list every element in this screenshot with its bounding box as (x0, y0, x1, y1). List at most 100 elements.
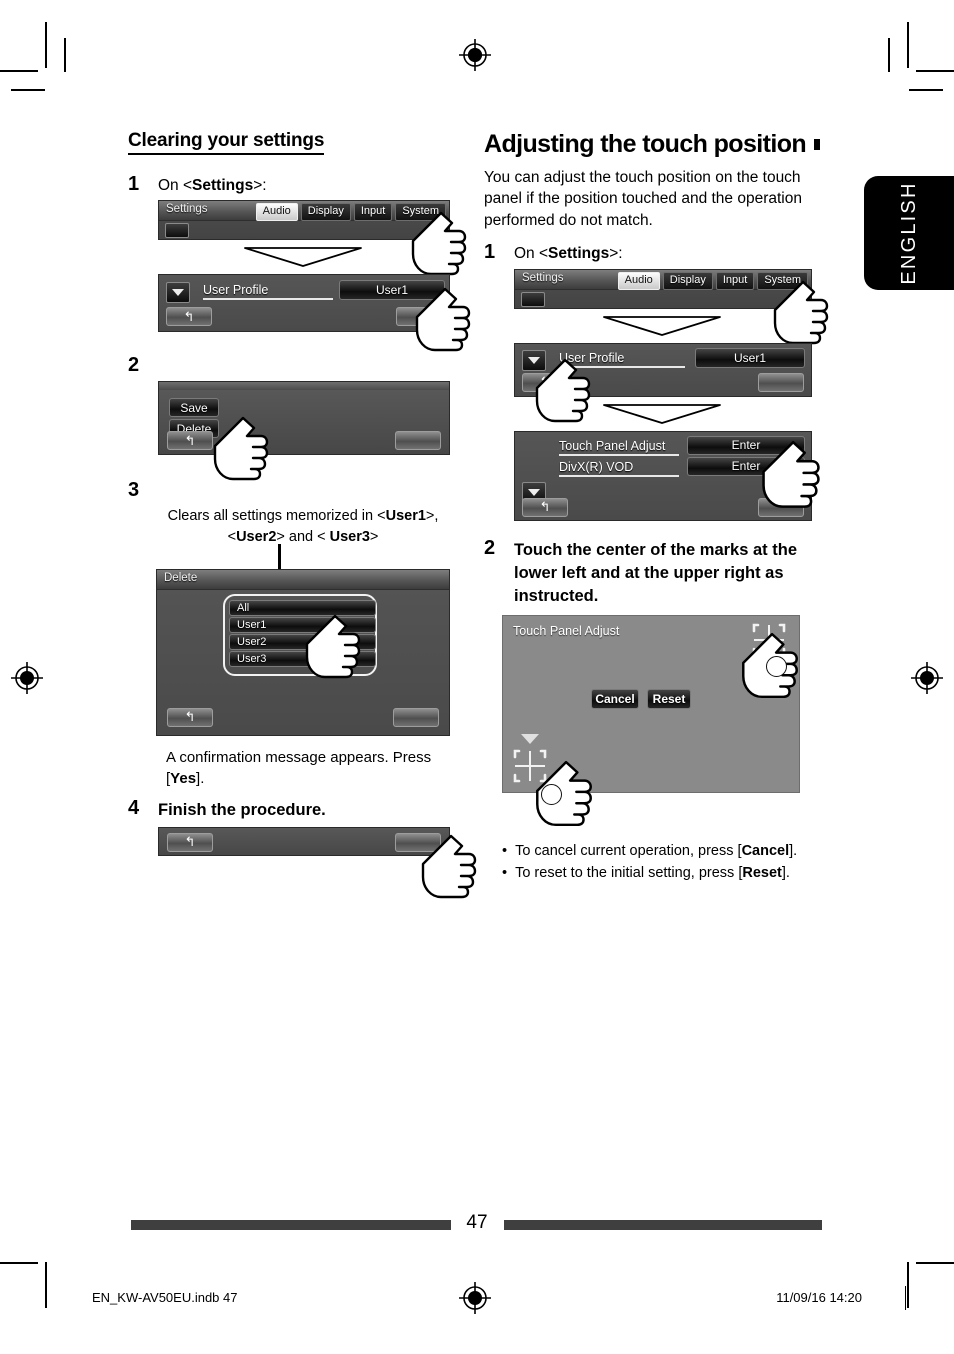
right-settings-body (521, 291, 545, 307)
back-button[interactable]: ↰ (522, 372, 568, 392)
delete-option-user3[interactable]: User3 (229, 650, 376, 667)
left-delete-titlebar: Delete (157, 569, 449, 590)
print-footer-divider (905, 1286, 906, 1310)
tab-display[interactable]: Display (300, 203, 351, 222)
left-settings-tabs: Audio Display Input System (255, 203, 446, 222)
right-screen-touch-panel-adjust: Touch Panel Adjust Cancel Reset 2 1 (502, 614, 800, 826)
right-notes-list: • To cancel current operation, press [Ca… (502, 841, 820, 885)
left-step-1-text: On <Settings>: (158, 173, 267, 196)
crosshair-mark-lower-left[interactable] (512, 748, 548, 784)
left-step-1-suffix: >: (253, 177, 267, 194)
right-step-1-suffix: >: (609, 245, 623, 263)
section-heading-clearing-settings: Clearing your settings (128, 130, 324, 155)
language-tab: ENGLISH (864, 176, 954, 290)
note-reset-prefix: To reset to the initial setting, press [ (515, 864, 743, 881)
left-callout-l2-bold2: User3 (329, 528, 370, 545)
flow-arrow-icon (603, 315, 721, 336)
divx-vod-enter-button[interactable]: Enter (687, 456, 805, 476)
chevron-down-icon (528, 488, 540, 496)
left-callout-l2-mid: > and < (276, 528, 330, 545)
back-button[interactable]: ↰ (166, 307, 212, 327)
left-callout-l1-prefix: Clears all settings memorized in < (167, 508, 386, 525)
note-reset-text: To reset to the initial setting, press [… (515, 863, 790, 885)
left-callout-l2-bold1: User2 (236, 528, 277, 545)
left-screen-delete: Delete All User1 User2 User3 ↰ (156, 568, 450, 736)
callout-marker-1: 1 (541, 783, 562, 805)
left-callout-text: Clears all settings memorized in <User1>… (158, 506, 448, 607)
page-title-text: Adjusting the touch position (484, 130, 807, 158)
note-reset-bold: Reset (742, 864, 782, 881)
crop-mark-tr-v (907, 22, 909, 68)
save-button[interactable]: Save (169, 398, 219, 418)
delete-option-user2[interactable]: User2 (229, 633, 376, 650)
back-button[interactable]: ↰ (167, 832, 213, 852)
right-step-1-prefix: On < (514, 245, 549, 263)
language-tab-label: ENGLISH (897, 181, 920, 285)
crop-mark-bl-h (0, 1262, 38, 1264)
exit-button[interactable] (758, 497, 804, 517)
left-step-1-prefix: On < (158, 177, 193, 194)
crop-mark-tl2-h (11, 89, 45, 91)
cancel-button[interactable]: Cancel (591, 688, 639, 709)
tab-system[interactable]: System (757, 271, 808, 290)
tab-input[interactable]: Input (715, 271, 755, 290)
exit-button[interactable] (395, 832, 441, 852)
left-step-2: 2 (128, 354, 468, 377)
left-callout-line-1: Clears all settings memorized in <User1>… (158, 506, 448, 526)
left-column: Clearing your settings 1 On <Settings>: … (128, 130, 477, 898)
left-step-4-text: Finish the procedure. (158, 801, 326, 820)
tab-display[interactable]: Display (662, 271, 713, 290)
left-step-1-bold: Settings (192, 177, 254, 194)
reset-button[interactable]: Reset (647, 688, 691, 709)
note-reset-suffix: ]. (781, 864, 790, 881)
exit-button[interactable] (758, 372, 804, 392)
page-number: 47 (466, 1212, 488, 1233)
back-button[interactable]: ↰ (167, 707, 213, 727)
flow-arrow-icon (603, 403, 721, 424)
right-flow-arrow-1 (514, 315, 810, 337)
back-button[interactable]: ↰ (167, 431, 213, 451)
right-user-profile-value-button[interactable]: User1 (695, 347, 805, 368)
instruction-triangle-icon (521, 733, 539, 744)
tab-system[interactable]: System (395, 203, 446, 222)
delete-option-all[interactable]: All (229, 599, 376, 616)
intro-paragraph: You can adjust the touch position on the… (484, 169, 802, 229)
right-step-2: 2 Touch the center of the marks at the l… (484, 537, 820, 609)
touch-adjust-title: Touch Panel Adjust (513, 623, 620, 638)
tab-audio[interactable]: Audio (617, 271, 660, 290)
left-screen-user-profile: User Profile User1 ↰ (158, 274, 471, 352)
left-confirm-note: A confirmation message appears. Press [Y… (166, 748, 468, 789)
menu-row-label-touch-panel-adjust: Touch Panel Adjust (559, 439, 679, 456)
left-user-profile-row-label: User Profile (203, 283, 333, 301)
tab-input[interactable]: Input (353, 203, 393, 222)
delete-option-user1[interactable]: User1 (229, 616, 376, 633)
exit-button[interactable] (393, 707, 439, 727)
crop-mark-tr2-h (909, 89, 943, 91)
right-step-1: 1 On <Settings>: (484, 241, 820, 264)
back-button[interactable]: ↰ (522, 497, 568, 517)
left-step-1: 1 On <Settings>: (128, 173, 468, 196)
scroll-down-button[interactable] (522, 349, 546, 371)
flow-arrow-icon (244, 247, 362, 268)
tab-audio[interactable]: Audio (255, 203, 298, 222)
left-callout-l1-suffix: >, (425, 508, 439, 525)
note-cancel-bold: Cancel (741, 842, 790, 859)
left-flow-arrow-1 (158, 246, 448, 268)
heading-bar-decoration (814, 139, 820, 150)
left-step-1-number: 1 (128, 173, 140, 195)
left-user-profile-value-button[interactable]: User1 (339, 280, 445, 301)
bullet-icon: • (502, 842, 508, 859)
left-step-4: 4 Finish the procedure. (128, 797, 468, 822)
crosshair-mark-upper-right[interactable] (751, 622, 787, 658)
touch-panel-adjust-enter-button[interactable]: Enter (687, 435, 805, 455)
right-step-1-bold: Settings (548, 245, 610, 263)
crop-mark-tr2-v (888, 38, 890, 72)
exit-button[interactable] (395, 431, 441, 451)
right-screen-system-menu: Touch Panel Adjust Enter DivX(R) VOD Ent… (514, 430, 820, 521)
exit-button[interactable] (396, 307, 442, 327)
right-flow-arrow-2 (514, 403, 810, 425)
callout-marker-2: 2 (766, 655, 787, 677)
note-item-reset: • To reset to the initial setting, press… (502, 863, 820, 885)
left-callout-line-2: <User2> and < User3> (158, 527, 448, 547)
scroll-down-button[interactable] (166, 282, 190, 304)
